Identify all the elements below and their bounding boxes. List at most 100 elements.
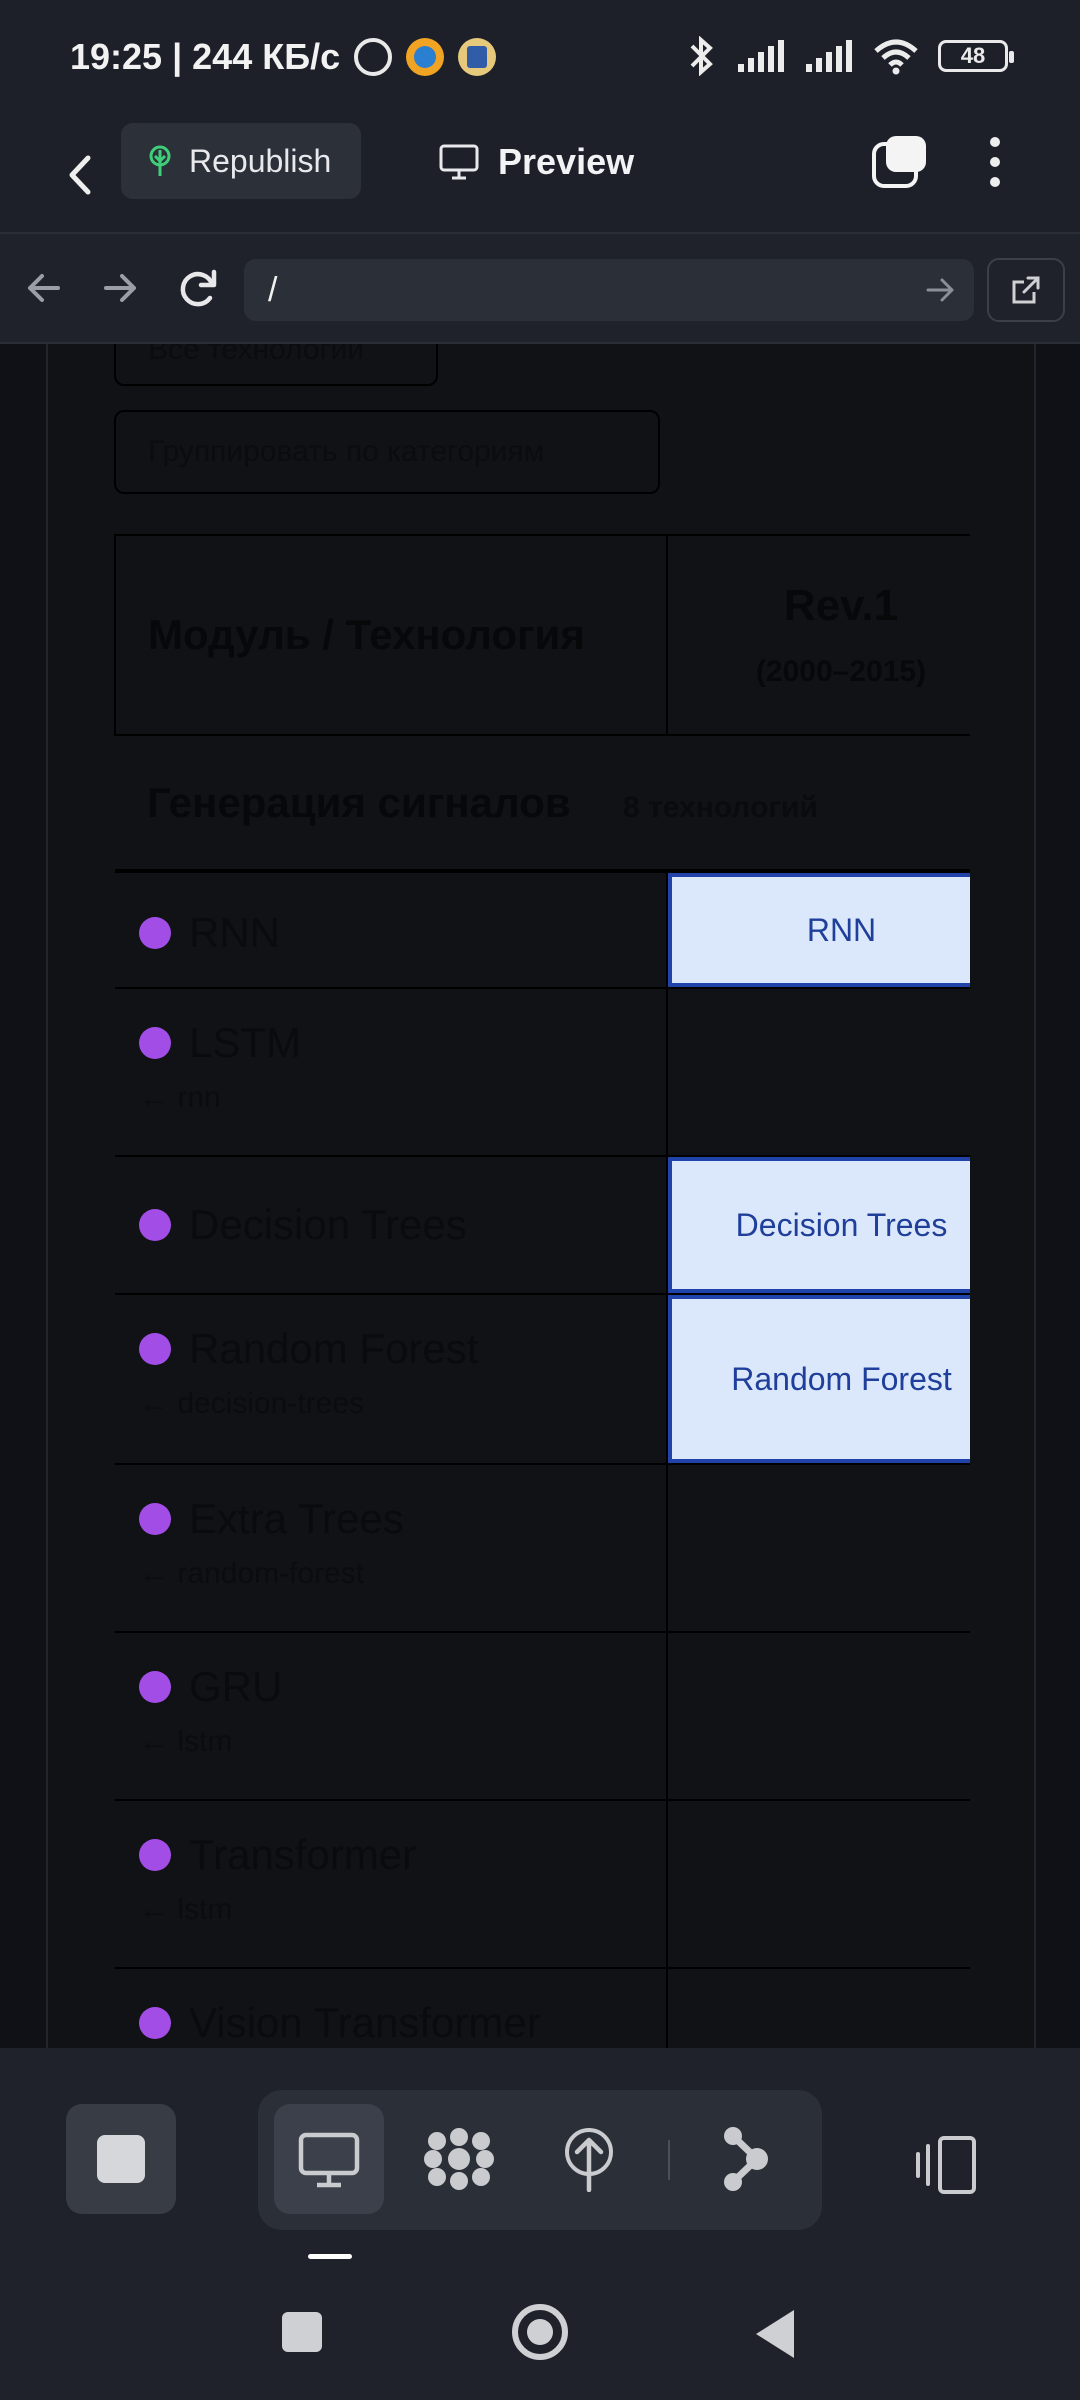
more-button[interactable] xyxy=(975,132,1015,192)
arrow-left-icon xyxy=(28,274,60,302)
group-by-category-button[interactable]: Группировать по категориям xyxy=(114,410,660,494)
system-navigation-bar xyxy=(0,2268,1080,2400)
category-count: 8 технологий xyxy=(623,790,818,824)
rev-cell[interactable]: Decision Trees xyxy=(666,1155,970,1295)
mode-components-button[interactable] xyxy=(404,2104,514,2214)
category-dot-icon xyxy=(139,1333,171,1365)
status-right: 48 xyxy=(684,36,1014,76)
rev-cell[interactable] xyxy=(666,1631,970,1801)
tech-name: LSTM xyxy=(189,1019,302,1066)
technology-table-container: Модуль / Технология Rev.1 (2000–2015) Ге… xyxy=(114,534,970,2048)
tech-name: Decision Trees xyxy=(189,1201,467,1248)
category-title: Генерация сигналов xyxy=(147,778,571,826)
category-dot-icon xyxy=(139,917,171,949)
category-dot-icon xyxy=(139,1671,171,1703)
tech-name: GRU xyxy=(189,1663,283,1710)
battery-icon: 48 xyxy=(938,40,1014,72)
tech-dependency: ← rnn xyxy=(139,1081,221,1114)
back-button[interactable] xyxy=(52,140,112,210)
rev-cell[interactable] xyxy=(666,1967,970,2048)
mode-desktop-button[interactable] xyxy=(274,2104,384,2214)
mode-switcher xyxy=(258,2090,822,2230)
rev-highlight[interactable]: RNN xyxy=(668,873,970,987)
category-dot-icon xyxy=(139,1027,171,1059)
rev-highlight[interactable]: Random Forest xyxy=(668,1295,970,1463)
app-icon xyxy=(458,38,497,76)
tech-name: Random Forest xyxy=(189,1325,479,1372)
republish-label: Republish xyxy=(189,142,332,179)
home-icon[interactable] xyxy=(512,2304,568,2360)
table-row[interactable]: LSTM ← rnn xyxy=(115,987,970,1157)
tech-dependency: ← lstm xyxy=(139,1725,233,1758)
device-toggle-button[interactable] xyxy=(910,2130,1000,2200)
chevron-left-icon xyxy=(69,155,91,195)
status-left: 19:25 | 244 КБ/с xyxy=(70,36,497,78)
back-triangle-icon[interactable] xyxy=(756,2310,794,2358)
status-time-speed: 19:25 | 244 КБ/с xyxy=(70,36,341,77)
tech-name-cell: Vision Transformer xyxy=(115,1967,667,2048)
republish-button[interactable]: Republish xyxy=(121,123,361,199)
nav-forward-button[interactable] xyxy=(90,258,150,318)
monitor-icon xyxy=(298,2132,360,2188)
deploy-icon xyxy=(565,2128,613,2192)
rev-years: (2000–2015) xyxy=(755,655,927,688)
url-go-button[interactable] xyxy=(920,270,960,310)
preview-tab[interactable]: Preview xyxy=(438,132,634,192)
category-dot-icon xyxy=(139,1209,171,1241)
arrow-right-icon xyxy=(926,278,954,302)
mode-share-button[interactable] xyxy=(690,2104,800,2214)
table-row[interactable]: GRU ← lstm xyxy=(115,1631,970,1801)
external-link-icon xyxy=(1012,276,1040,304)
signal-icon xyxy=(738,40,784,72)
tech-name: Vision Transformer xyxy=(189,1999,541,2046)
column-header-module: Модуль / Технология xyxy=(114,534,668,736)
recents-icon[interactable] xyxy=(282,2312,322,2352)
device-switch-icon xyxy=(916,2136,976,2194)
signal-icon xyxy=(806,40,852,72)
rev-cell[interactable] xyxy=(666,1463,970,1633)
monitor-icon xyxy=(439,144,479,180)
rev-cell[interactable]: RNN xyxy=(666,870,970,989)
table-row[interactable]: RNN RNN xyxy=(115,870,970,989)
deploy-tree-icon xyxy=(149,145,171,176)
tabs-button[interactable] xyxy=(870,132,930,192)
stop-icon xyxy=(97,2135,145,2183)
tech-name-cell: GRU ← lstm xyxy=(115,1631,667,1801)
tabs-icon xyxy=(872,136,926,188)
tech-name-cell: Extra Trees ← random-forest xyxy=(115,1463,667,1633)
table-row[interactable]: Vision Transformer xyxy=(115,1967,970,2048)
open-external-button[interactable] xyxy=(987,258,1065,322)
all-technologies-button[interactable]: Все технологии xyxy=(114,344,438,386)
rev-cell[interactable]: Random Forest xyxy=(666,1293,970,1465)
status-bar: 19:25 | 244 КБ/с 48 xyxy=(0,0,1080,118)
rev-cell[interactable] xyxy=(666,987,970,1157)
rev-cell[interactable] xyxy=(666,1799,970,1969)
table-row[interactable]: Decision Trees Decision Trees xyxy=(115,1155,970,1295)
table-row[interactable]: Extra Trees ← random-forest xyxy=(115,1463,970,1633)
table-row[interactable]: Transformer ← lstm xyxy=(115,1799,970,1969)
nav-back-button[interactable] xyxy=(14,258,74,318)
wifi-icon xyxy=(874,39,918,75)
tech-name: Transformer xyxy=(189,1831,417,1878)
stop-button[interactable] xyxy=(66,2104,176,2214)
bottom-toolbar xyxy=(0,2048,1080,2268)
telegram-icon xyxy=(406,38,445,76)
page-container: Все технологии Группировать по категория… xyxy=(46,344,1036,2048)
tech-name-cell: Transformer ← lstm xyxy=(115,1799,667,1969)
preview-webview[interactable]: Все технологии Группировать по категория… xyxy=(0,344,1080,2048)
tech-name-cell: RNN xyxy=(115,870,667,989)
category-dot-icon xyxy=(139,2007,171,2039)
divider xyxy=(668,2140,670,2180)
arrow-right-icon xyxy=(104,274,136,302)
category-row[interactable]: Генерация сигналов 8 технологий xyxy=(115,734,970,873)
reload-button[interactable] xyxy=(168,258,228,318)
bluetooth-icon xyxy=(690,36,713,76)
table-row[interactable]: Random Forest ← decision-trees Random Fo… xyxy=(115,1293,970,1465)
share-nodes-icon xyxy=(724,2127,768,2191)
tech-dependency: ← decision-trees xyxy=(139,1387,365,1420)
mode-deploy-button[interactable] xyxy=(534,2104,644,2214)
rev-highlight[interactable]: Decision Trees xyxy=(668,1157,970,1293)
url-input[interactable] xyxy=(244,259,974,321)
components-icon xyxy=(424,2128,494,2190)
app-toolbar: Republish Preview xyxy=(0,118,1080,232)
